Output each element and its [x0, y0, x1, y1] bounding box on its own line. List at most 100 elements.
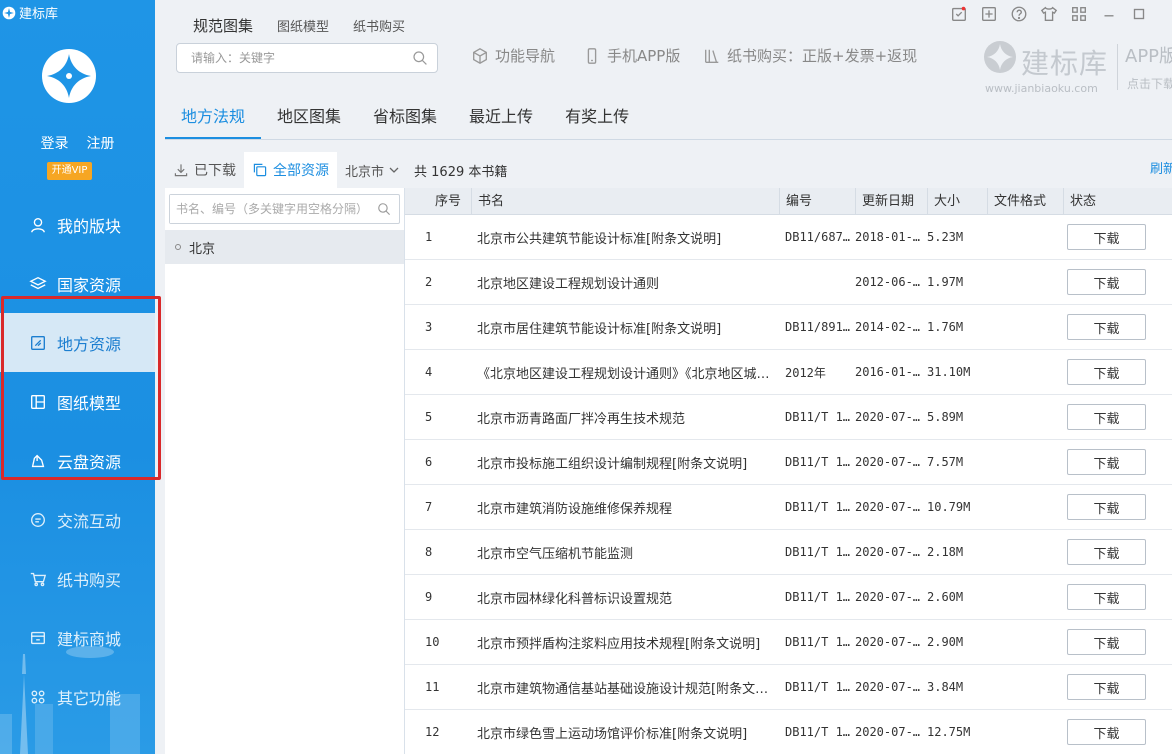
app-download-title[interactable]: APP版 [1125, 42, 1172, 68]
minimize-icon[interactable] [1100, 5, 1118, 23]
table-body: 1 北京市公共建筑节能设计标准[附条文说明] DB11/687...2018-01-… [405, 215, 1172, 754]
brand-logo: 建标库 www.jianbiaoku.com [983, 38, 1123, 98]
cell-code: DB11/T 1... [785, 635, 855, 649]
col-header-format[interactable]: 文件格式 [987, 188, 1063, 215]
cell-no: 8 [425, 545, 433, 559]
search-input[interactable] [177, 44, 397, 72]
phone-icon [587, 47, 597, 64]
refresh-link[interactable]: 刷新 [1150, 158, 1172, 177]
table-row[interactable]: 10 北京市预拌盾构注浆料应用技术规程[附条文说明] DB11/T 1...2020… [405, 620, 1172, 665]
download-button[interactable]: 下载 [1067, 584, 1146, 610]
col-header-name[interactable]: 书名 [471, 188, 779, 215]
all-resources-filter[interactable]: 全部资源 [244, 152, 337, 188]
cell-status: 下载 [1063, 224, 1171, 250]
table-row[interactable]: 6 北京市投标施工组织设计编制规程[附条文说明] DB11/T 1...2020-0… [405, 440, 1172, 485]
table-row[interactable]: 9 北京市园林绿化科普标识设置规范 DB11/T 1...2020-07-152.6… [405, 575, 1172, 620]
search-icon[interactable] [377, 202, 391, 216]
cell-name: 北京地区建设工程规划设计通则 [477, 276, 660, 292]
chat-icon [31, 512, 45, 527]
sidebar-item-my-section[interactable]: 我的版块 [0, 195, 155, 254]
sidebar-item-label: 云盘资源 [57, 452, 122, 472]
tab-recent-uploads[interactable]: 最近上传 [453, 96, 549, 139]
cell-date: 2014-02-14 [855, 320, 927, 334]
cell-size: 2.90M [927, 635, 964, 649]
window-controls [950, 5, 1148, 23]
table-row[interactable]: 1 北京市公共建筑节能设计标准[附条文说明] DB11/687...2018-01-… [405, 215, 1172, 260]
top-tab-standards[interactable]: 规范图集 [193, 15, 253, 36]
download-button[interactable]: 下载 [1067, 629, 1146, 655]
sidebar-item-cloud-resources[interactable]: 云盘资源 [0, 431, 155, 490]
user-icon [31, 217, 45, 232]
cell-name: 北京市公共建筑节能设计标准[附条文说明] [477, 231, 722, 247]
table-row[interactable]: 11 北京市建筑物通信基站基础设施设计规范[附条文说明] DB11/T 1...20… [405, 665, 1172, 710]
login-link[interactable]: 登录 [41, 133, 69, 153]
col-header-no[interactable]: 序号 [405, 188, 471, 215]
checkin-icon[interactable] [950, 5, 968, 23]
cell-no: 2 [425, 275, 433, 289]
download-button[interactable]: 下载 [1067, 494, 1146, 520]
cell-date: 2016-01-26 [855, 365, 927, 379]
apps-grid-icon[interactable] [1070, 5, 1088, 23]
top-tab-book-purchase[interactable]: 纸书购买 [353, 16, 405, 35]
region-item-label: 北京 [189, 241, 216, 257]
download-button[interactable]: 下载 [1067, 269, 1146, 295]
download-button[interactable]: 下载 [1067, 674, 1146, 700]
register-link[interactable]: 注册 [87, 133, 115, 153]
tab-provincial-atlas[interactable]: 省标图集 [357, 96, 453, 139]
table-row[interactable]: 8 北京市空气压缩机节能监测 DB11/T 1...2020-07-152.18M 下… [405, 530, 1172, 575]
download-button[interactable]: 下载 [1067, 539, 1146, 565]
book-search-input[interactable] [170, 195, 370, 223]
cell-date: 2020-07-15 [855, 500, 927, 514]
download-button[interactable]: 下载 [1067, 719, 1146, 745]
table-row[interactable]: 5 北京市沥青路面厂拌冷再生技术规范 DB11/T 1...2020-07-155.… [405, 395, 1172, 440]
cell-code: DB11/T 1... [785, 680, 855, 694]
download-button[interactable]: 下载 [1067, 404, 1146, 430]
cell-name: 北京市预拌盾构注浆料应用技术规程[附条文说明] [477, 636, 761, 652]
function-nav-link[interactable]: 功能导航 [471, 45, 555, 66]
vip-badge[interactable]: 开通VIP [47, 162, 92, 180]
col-header-date[interactable]: 更新日期 [855, 188, 927, 215]
city-select[interactable]: 北京市 [337, 161, 408, 180]
download-button[interactable]: 下载 [1067, 359, 1146, 385]
city-value: 北京市 [345, 164, 385, 180]
book-purchase-link[interactable]: 纸书购买：正版+发票+返现 [703, 45, 917, 66]
skin-icon[interactable] [1040, 5, 1058, 23]
download-button[interactable]: 下载 [1067, 224, 1146, 250]
filter-bar: 已下载 全部资源 北京市 共 1629 本书籍 刷新 [165, 152, 1172, 188]
mobile-app-link[interactable]: 手机APP版 [583, 45, 680, 66]
table-row[interactable]: 2 北京地区建设工程规划设计通则 2012-06-05 1.97M 下载 [405, 260, 1172, 305]
table-row[interactable]: 12 北京市绿色雪上运动场馆评价标准[附条文说明] DB11/T 1...2020-… [405, 710, 1172, 754]
app-logo-icon[interactable] [41, 48, 97, 104]
cell-size: 2.60M [927, 590, 964, 604]
region-item-beijing[interactable]: 北京 [165, 230, 404, 264]
top-tab-drawing-models[interactable]: 图纸模型 [277, 16, 329, 35]
sidebar-item-drawing-models[interactable]: 图纸模型 [0, 372, 155, 431]
download-button[interactable]: 下载 [1067, 314, 1146, 340]
download-button[interactable]: 下载 [1067, 449, 1146, 475]
table-row[interactable]: 7 北京市建筑消防设施维修保养规程 DB11/T 1...2020-07-1510.… [405, 485, 1172, 530]
tab-reward-uploads[interactable]: 有奖上传 [549, 96, 645, 139]
table-row[interactable]: 4 《北京地区建设工程规划设计通则》《北京地区城市... 2012年 2016-01-… [405, 350, 1172, 395]
city-skyline-decoration [0, 646, 140, 754]
downloaded-filter[interactable]: 已下载 [165, 152, 244, 188]
sidebar-item-local-resources[interactable]: 地方资源 [0, 313, 155, 372]
sidebar-item-exchange[interactable]: 交流互动 [0, 490, 155, 549]
app-title: 建标库 [2, 3, 58, 22]
tab-local-regulations[interactable]: 地方法规 [165, 96, 262, 139]
col-header-code[interactable]: 编号 [779, 188, 855, 215]
tab-regional-atlas[interactable]: 地区图集 [261, 96, 357, 139]
cell-status: 下载 [1063, 674, 1171, 700]
app-download-sub[interactable]: 点击下载 [1127, 75, 1172, 92]
sidebar-item-national-resources[interactable]: 国家资源 [0, 254, 155, 313]
table-header: 序号 书名 编号 更新日期 大小 文件格式 状态 [405, 188, 1172, 215]
book-total-count: 共 1629 本书籍 [414, 164, 508, 180]
add-menu-icon[interactable] [980, 5, 998, 23]
maximize-icon[interactable] [1130, 5, 1148, 23]
help-icon[interactable] [1010, 5, 1028, 23]
sidebar-item-book-purchase[interactable]: 纸书购买 [0, 549, 155, 608]
search-icon[interactable] [412, 50, 428, 66]
table-row[interactable]: 3 北京市居住建筑节能设计标准[附条文说明] DB11/891...2014-02-… [405, 305, 1172, 350]
cell-code: DB11/T 1... [785, 725, 855, 739]
col-header-status[interactable]: 状态 [1063, 188, 1171, 215]
col-header-size[interactable]: 大小 [927, 188, 987, 215]
